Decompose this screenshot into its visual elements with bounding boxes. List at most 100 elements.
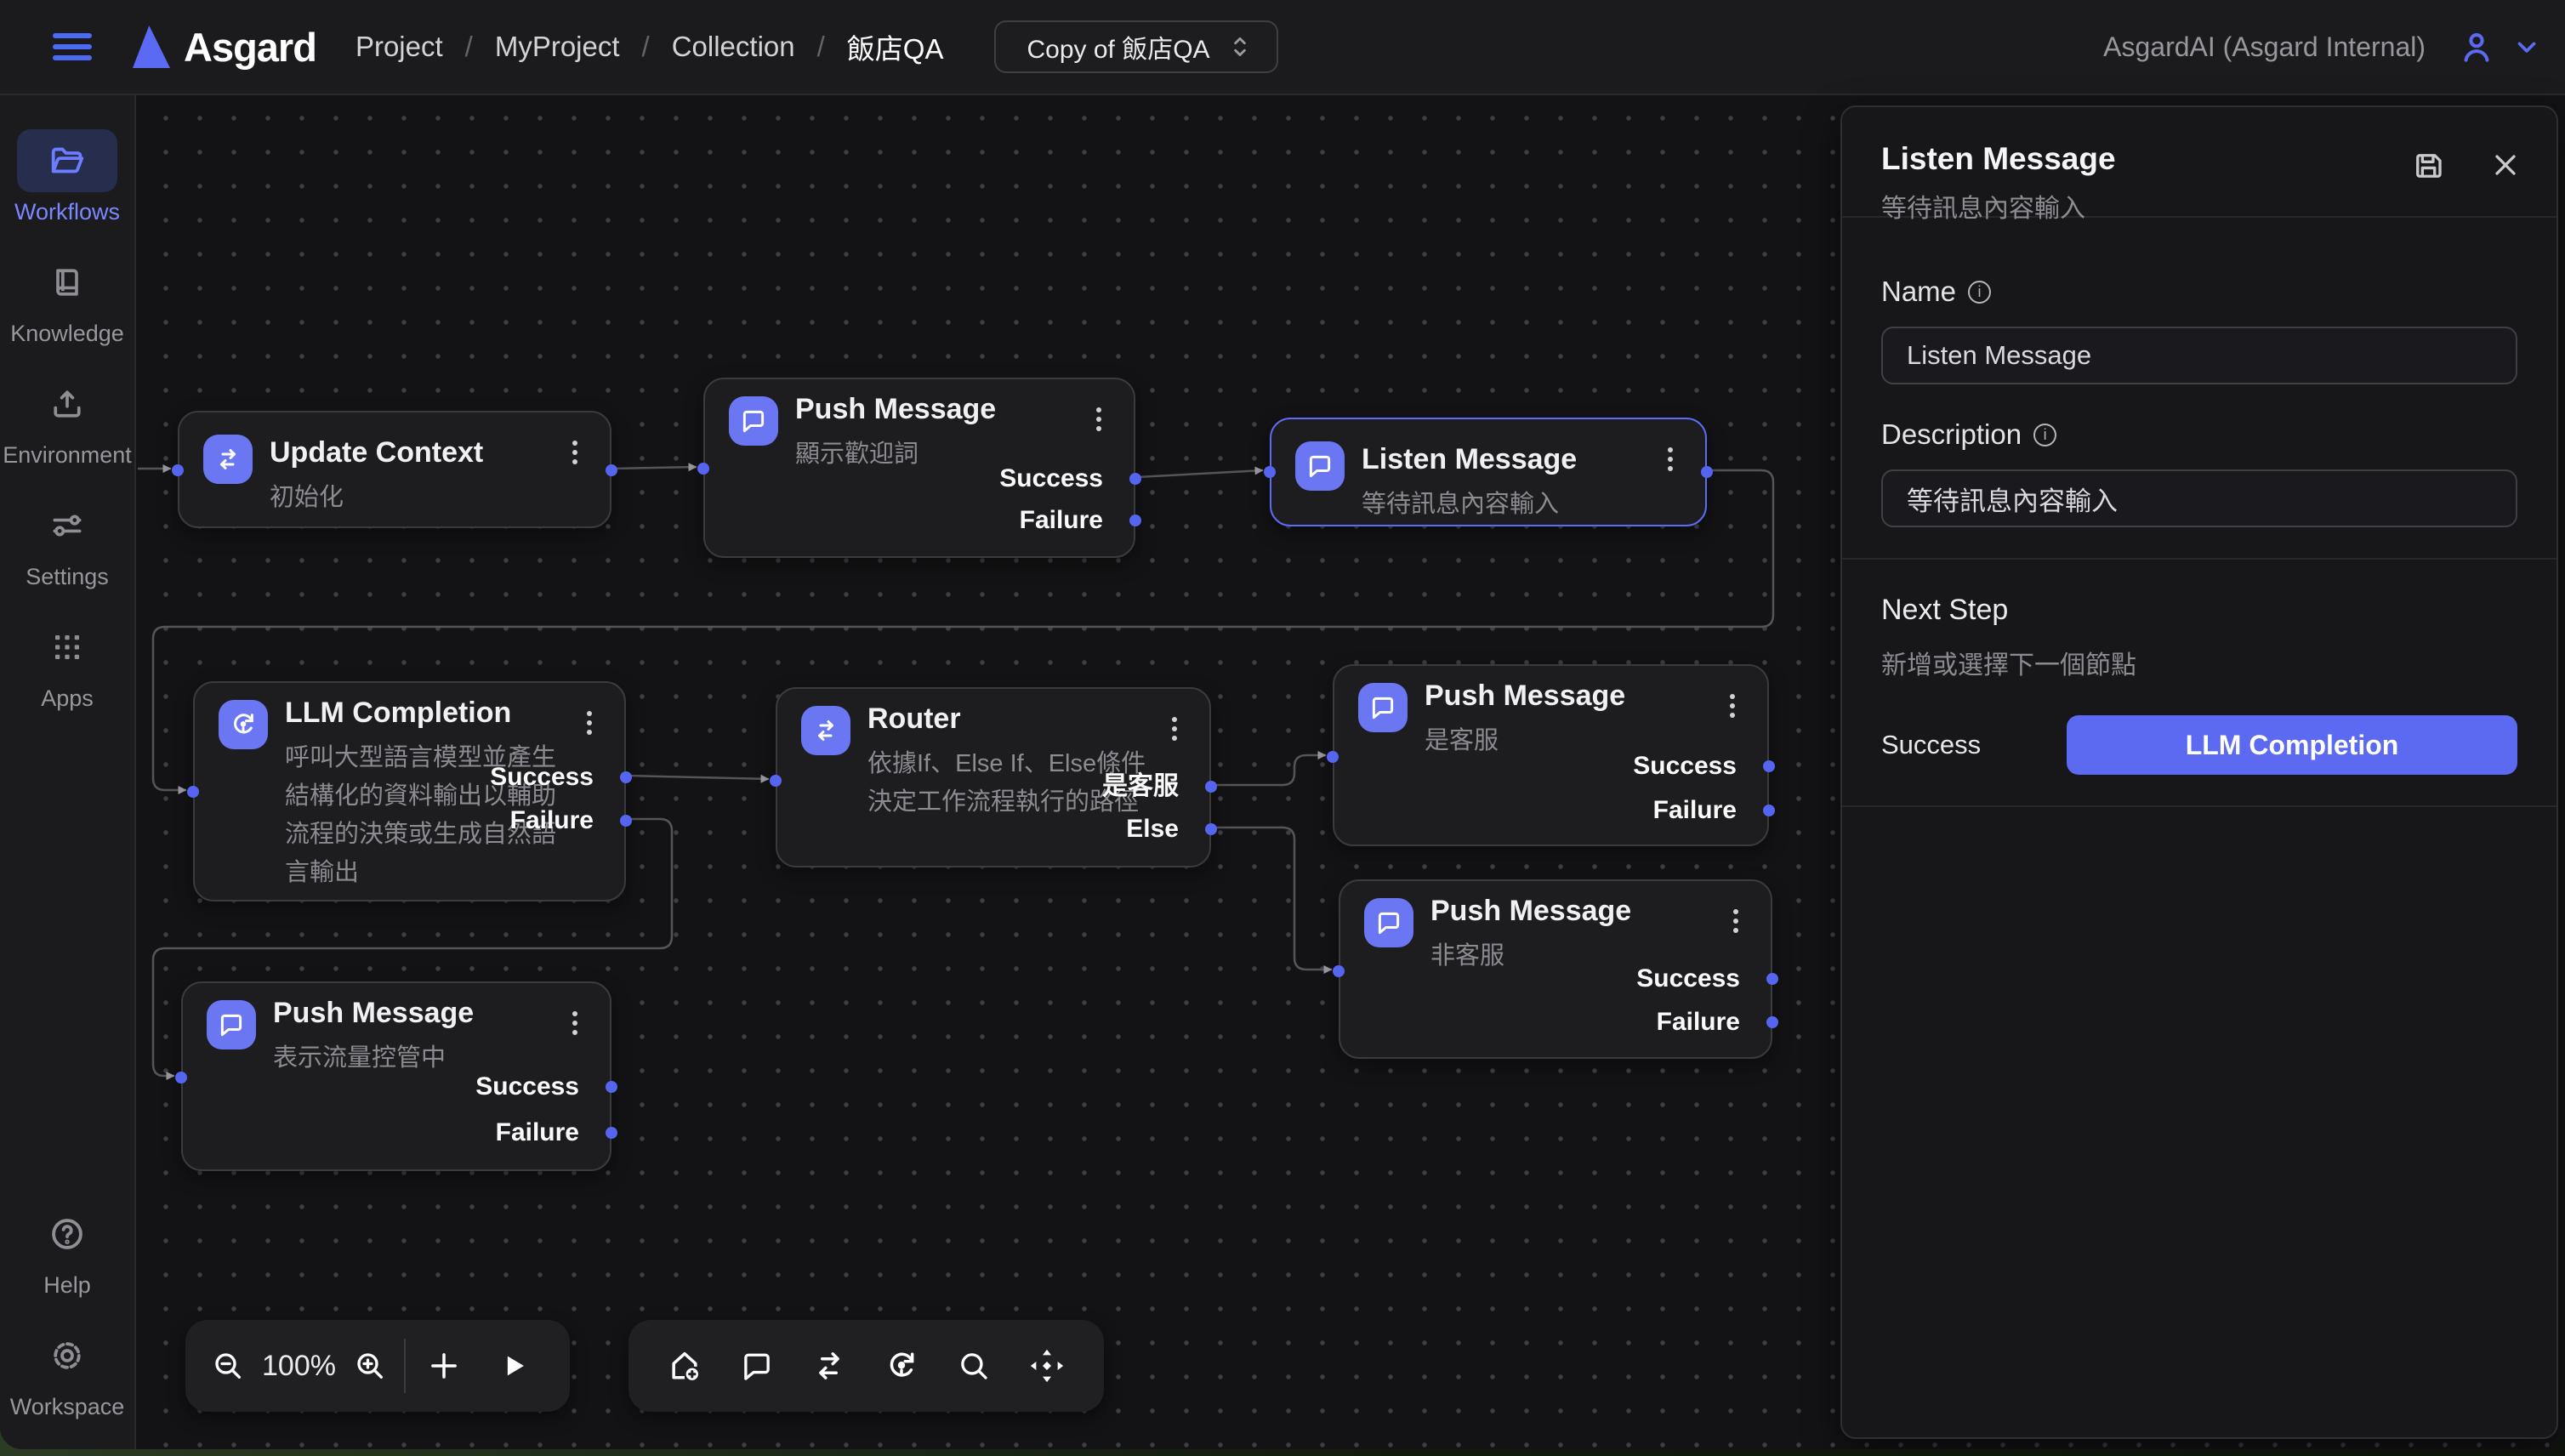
info-icon[interactable]: i bbox=[1968, 281, 1991, 304]
play-icon[interactable] bbox=[498, 1350, 530, 1382]
kebab-menu-icon[interactable] bbox=[578, 703, 600, 742]
node-push-message-is-cs[interactable]: Push Message是客服SuccessFailure bbox=[1333, 664, 1769, 846]
kebab-menu-icon[interactable] bbox=[1725, 901, 1747, 941]
chat-bubble-icon bbox=[729, 396, 778, 446]
kebab-menu-icon[interactable] bbox=[564, 1004, 586, 1043]
description-label: Description bbox=[1881, 418, 2022, 451]
search-icon[interactable] bbox=[956, 1348, 992, 1384]
input-port[interactable] bbox=[1327, 751, 1339, 763]
swap-arrows-icon[interactable] bbox=[810, 1347, 848, 1385]
add-icon[interactable] bbox=[426, 1348, 462, 1384]
input-port[interactable] bbox=[1333, 965, 1345, 977]
breadcrumb-separator: / bbox=[642, 31, 650, 63]
hamburger-menu-icon[interactable] bbox=[53, 27, 92, 66]
output-label-Success: Success bbox=[1636, 962, 1740, 996]
input-port[interactable] bbox=[1264, 466, 1276, 478]
node-title: Update Context bbox=[270, 436, 483, 469]
user-avatar-icon[interactable] bbox=[2458, 28, 2495, 65]
llm-refresh-bulb-icon[interactable] bbox=[883, 1347, 920, 1385]
breadcrumb-separator: / bbox=[465, 31, 473, 63]
next-step-node-button[interactable]: LLM Completion bbox=[2067, 715, 2517, 775]
output-port[interactable] bbox=[1766, 973, 1778, 985]
toolbar-divider bbox=[404, 1339, 406, 1393]
name-label: Name bbox=[1881, 276, 1956, 308]
chat-bubble-icon bbox=[1295, 441, 1345, 491]
node-title: Push Message bbox=[1425, 680, 1625, 713]
sidebar-item-environment[interactable]: Environment bbox=[3, 373, 131, 469]
output-port[interactable] bbox=[606, 1127, 617, 1139]
output-port[interactable] bbox=[1701, 466, 1713, 478]
input-port[interactable] bbox=[697, 463, 709, 475]
kebab-menu-icon[interactable] bbox=[564, 433, 586, 472]
input-port[interactable] bbox=[172, 464, 184, 476]
sidebar-item-knowledge[interactable]: Knowledge bbox=[3, 251, 131, 347]
input-port[interactable] bbox=[175, 1072, 187, 1083]
kebab-menu-icon[interactable] bbox=[1659, 440, 1681, 479]
edge bbox=[1137, 470, 1263, 477]
node-push-message-flow-control[interactable]: Push Message表示流量控管中SuccessFailure bbox=[181, 981, 611, 1171]
output-port[interactable] bbox=[620, 815, 632, 827]
breadcrumb-current: 飯店QA bbox=[847, 26, 944, 67]
sidebar-item-workspace[interactable]: Workspace bbox=[3, 1324, 131, 1420]
output-port[interactable] bbox=[620, 771, 632, 783]
input-port[interactable] bbox=[770, 775, 782, 787]
zoom-out-icon[interactable] bbox=[211, 1349, 245, 1383]
sidebar-item-label: Knowledge bbox=[10, 321, 124, 347]
description-field[interactable] bbox=[1881, 469, 2517, 527]
add-node-icon[interactable] bbox=[666, 1347, 703, 1385]
swap-arrows-icon bbox=[203, 435, 253, 484]
output-port[interactable] bbox=[1129, 473, 1141, 485]
chevron-down-icon[interactable] bbox=[2512, 32, 2541, 61]
node-push-message-welcome[interactable]: Push Message顯示歡迎詞SuccessFailure bbox=[703, 378, 1135, 558]
move-icon[interactable] bbox=[1027, 1346, 1066, 1385]
output-port[interactable] bbox=[606, 464, 617, 476]
breadcrumb-project[interactable]: Project bbox=[355, 31, 443, 63]
zoom-in-icon[interactable] bbox=[353, 1349, 387, 1383]
success-branch-label: Success bbox=[1881, 730, 1981, 760]
asgard-logo-icon bbox=[133, 26, 170, 68]
kebab-menu-icon[interactable] bbox=[1088, 400, 1110, 439]
sidebar-item-label: Environment bbox=[3, 442, 132, 469]
output-port[interactable] bbox=[1205, 781, 1217, 793]
node-push-message-not-cs[interactable]: Push Message非客服SuccessFailure bbox=[1339, 879, 1772, 1059]
output-port[interactable] bbox=[1763, 760, 1775, 772]
node-router[interactable]: Router依據If、Else If、Else條件決定工作流程執行的路徑是客服E… bbox=[776, 687, 1211, 867]
node-title: Listen Message bbox=[1362, 443, 1577, 476]
info-icon[interactable]: i bbox=[2033, 424, 2056, 446]
kebab-menu-icon[interactable] bbox=[1163, 709, 1186, 748]
sidebar-item-help[interactable]: Help bbox=[3, 1203, 131, 1299]
output-port[interactable] bbox=[1763, 805, 1775, 816]
name-field[interactable] bbox=[1881, 327, 2517, 384]
output-label-Failure: Failure bbox=[1653, 793, 1737, 828]
node-listen-message[interactable]: Listen Message等待訊息內容輸入 bbox=[1270, 418, 1707, 526]
output-port[interactable] bbox=[1205, 823, 1217, 835]
chat-bubble-icon bbox=[207, 1000, 256, 1049]
output-port[interactable] bbox=[606, 1081, 617, 1093]
input-port[interactable] bbox=[187, 786, 199, 798]
sidebar-item-apps[interactable]: Apps bbox=[3, 616, 131, 712]
chat-bubble-icon[interactable] bbox=[739, 1348, 775, 1384]
next-step-title: Next Step bbox=[1881, 594, 2517, 627]
breadcrumb-myproject[interactable]: MyProject bbox=[495, 31, 620, 63]
sidebar-item-label: Workspace bbox=[10, 1394, 125, 1420]
output-label-Failure: Failure bbox=[1657, 1005, 1740, 1039]
output-port[interactable] bbox=[1766, 1016, 1778, 1028]
kebab-menu-icon[interactable] bbox=[1721, 686, 1743, 725]
topbar: Asgard Project / MyProject / Collection … bbox=[0, 0, 2565, 95]
sidebar-item-settings[interactable]: Settings bbox=[3, 494, 131, 590]
llm-refresh-bulb-icon bbox=[219, 700, 268, 749]
node-llm-completion[interactable]: LLM Completion呼叫大型語言模型並產生結構化的資料輸出以輔助流程的決… bbox=[193, 681, 626, 901]
sidebar-item-label: Help bbox=[43, 1272, 91, 1299]
output-port[interactable] bbox=[1129, 515, 1141, 526]
close-icon[interactable] bbox=[2488, 148, 2522, 182]
workflow-version-selector[interactable]: Copy of 飯店QA bbox=[994, 20, 1277, 73]
node-tools-toolbar bbox=[628, 1320, 1104, 1412]
sidebar-item-workflows[interactable]: Workflows bbox=[3, 129, 131, 225]
edge bbox=[1213, 755, 1326, 785]
breadcrumb-collection[interactable]: Collection bbox=[672, 31, 795, 63]
breadcrumb-separator: / bbox=[817, 31, 825, 63]
output-label-Success: Success bbox=[475, 1070, 579, 1104]
output-label-Failure: Failure bbox=[496, 1116, 579, 1150]
node-update-context[interactable]: Update Context初始化 bbox=[178, 411, 611, 528]
save-icon[interactable] bbox=[2410, 148, 2446, 184]
